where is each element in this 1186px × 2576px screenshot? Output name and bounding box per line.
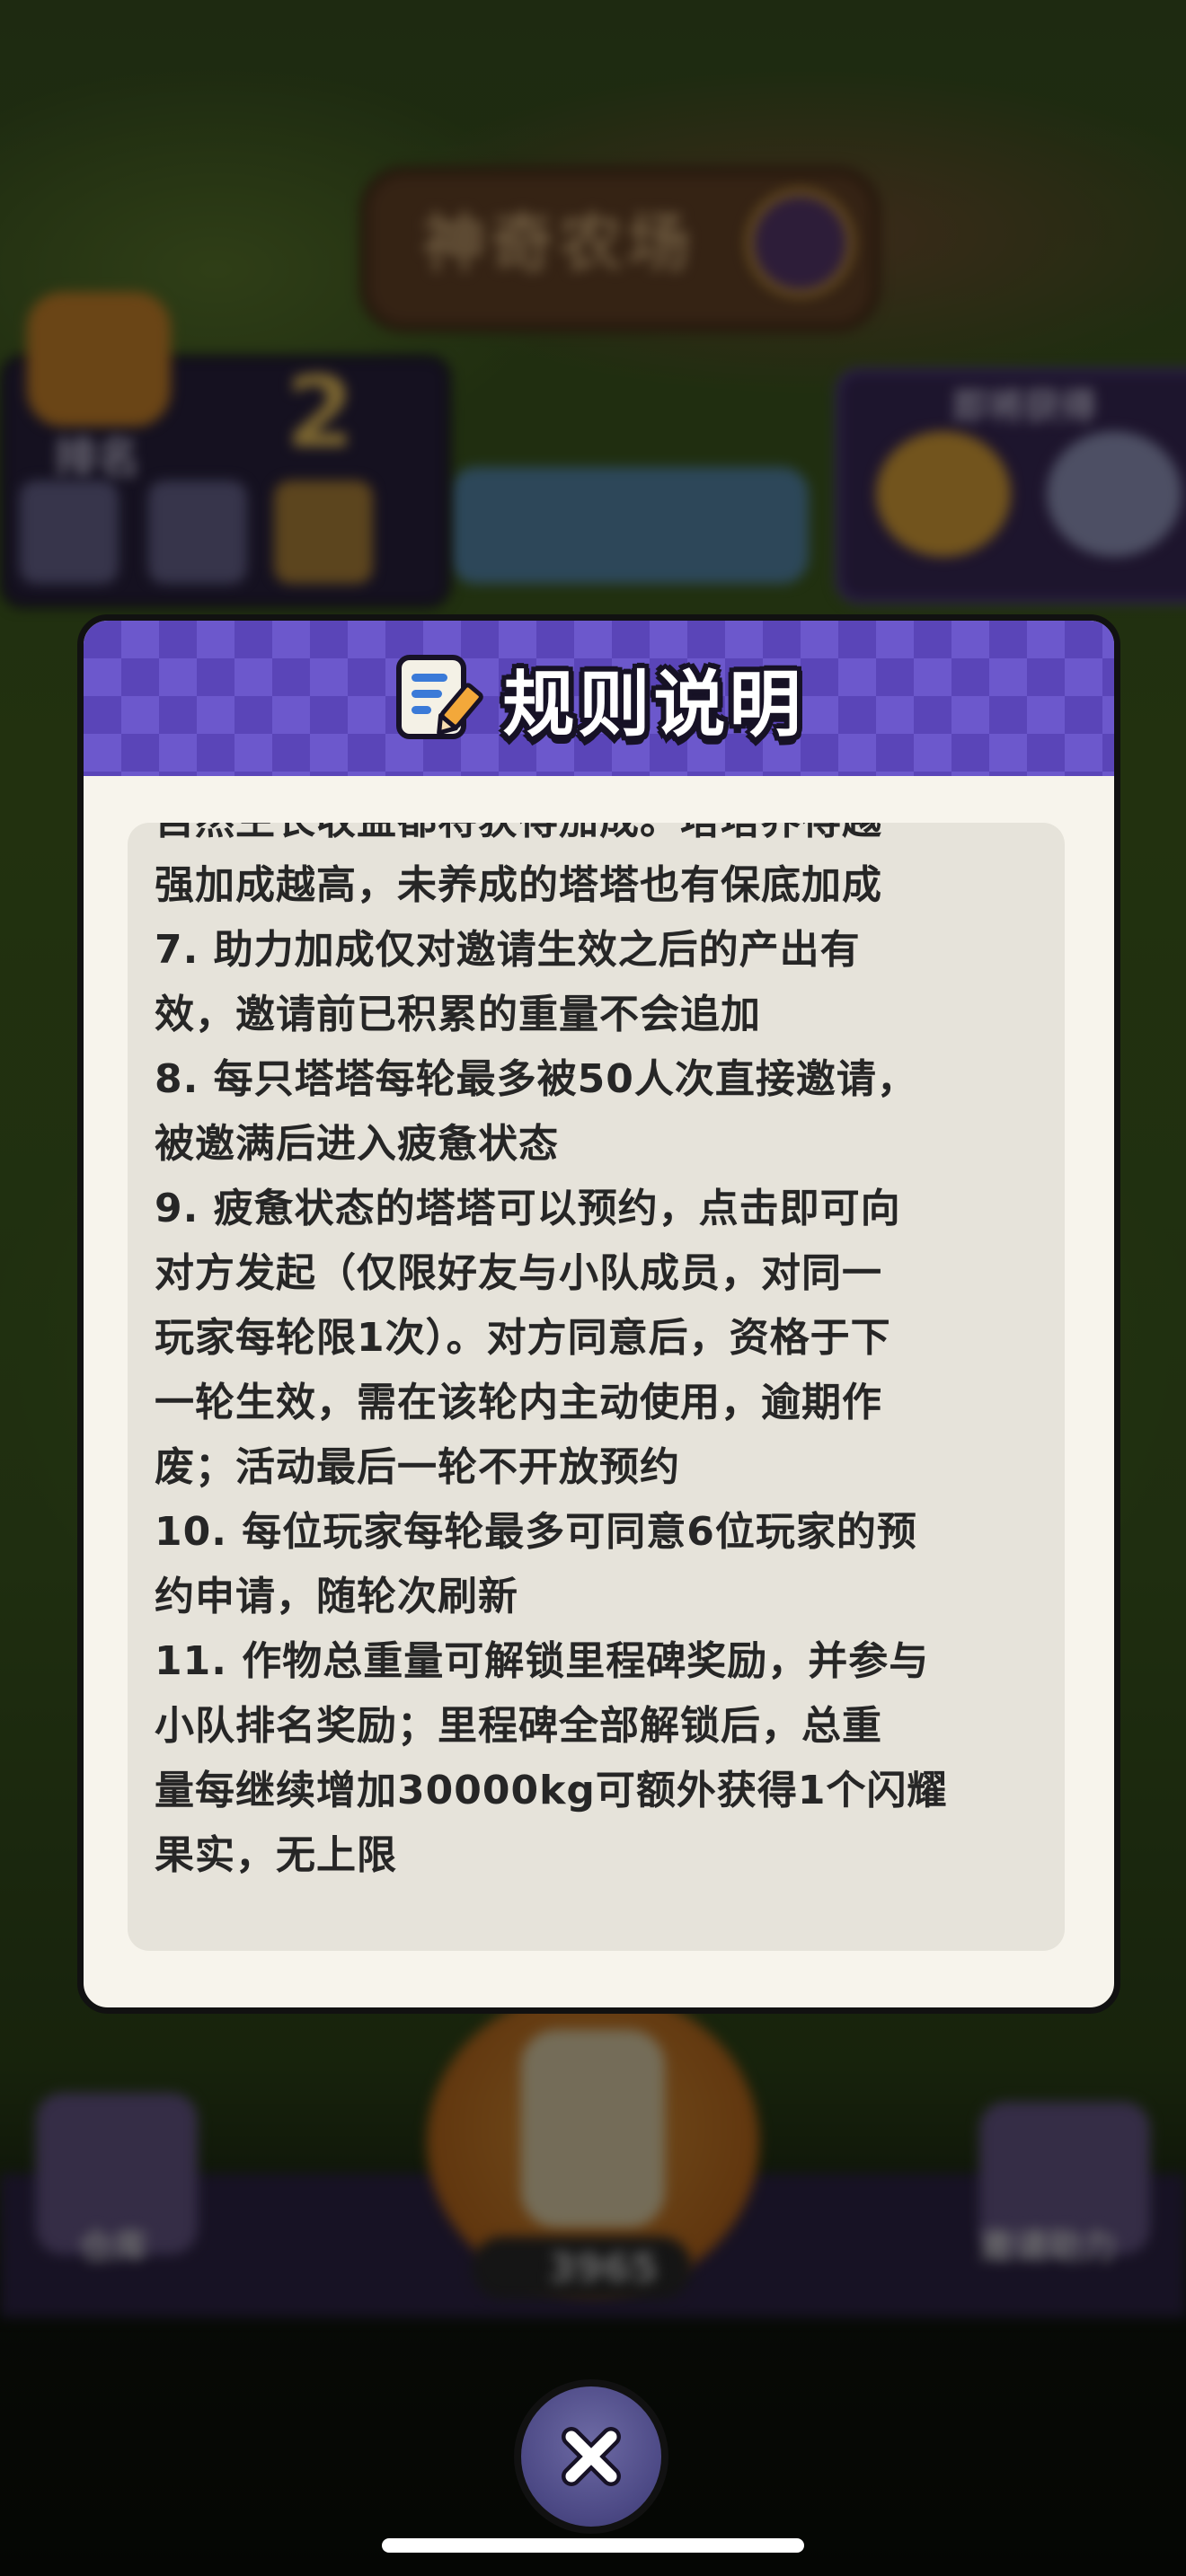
rule-line: 约申请，随轮次刷新 (155, 1574, 518, 1619)
rule-line: 对方发起（仅限好友与小队成员，对同一 (155, 1250, 882, 1296)
modal-title-bar: 规则说明 (84, 621, 1114, 776)
rule-line: 效，邀请前已积累的重量不会追加 (155, 992, 761, 1037)
rule-line: 9. 疲惫状态的塔塔可以预约，点击即可向 (155, 1186, 901, 1231)
rule-line: 8. 每只塔塔每轮最多被50人次直接邀请， (155, 1056, 917, 1102)
rule-line: 强加成越高，未养成的塔塔也有保底加成 (155, 862, 882, 908)
home-indicator (382, 2538, 804, 2553)
close-button[interactable] (514, 2379, 668, 2534)
rules-list: 自然生长收益都将获得加成。塔塔养得越强加成越高，未养成的塔塔也有保底加成 7. 助… (155, 823, 1044, 1888)
modal-title: 规则说明 (502, 662, 805, 746)
rule-line: 果实，无上限 (155, 1832, 397, 1878)
rules-modal: 规则说明 自然生长收益都将获得加成。塔塔养得越强加成越高，未养成的塔塔也有保底加… (77, 614, 1120, 2014)
rule-line: 小队排名奖励；里程碑全部解锁后，总重 (155, 1703, 882, 1749)
rules-content-scroll[interactable]: 自然生长收益都将获得加成。塔塔养得越强加成越高，未养成的塔塔也有保底加成 7. 助… (128, 823, 1065, 1951)
rule-line: 废；活动最后一轮不开放预约 (155, 1444, 680, 1490)
rule-line: 一轮生效，需在该轮内主动使用，逾期作 (155, 1380, 882, 1425)
close-icon (562, 2427, 621, 2486)
rule-line: 量每继续增加30000kg可额外获得1个闪耀 (155, 1768, 948, 1813)
rule-line: 自然生长收益都将获得加成。塔塔养得越 (155, 823, 1044, 853)
rule-line: 7. 助力加成仅对邀请生效之后的产出有 (155, 927, 861, 973)
rule-line: 10. 每位玩家每轮最多可同意6位玩家的预 (155, 1509, 917, 1555)
rule-line: 11. 作物总重量可解锁里程碑奖励，并参与 (155, 1638, 930, 1684)
rule-line: 玩家每轮限1次）。对方同意后，资格于下 (155, 1315, 891, 1361)
document-pencil-icon (394, 654, 483, 744)
rule-line: 被邀满后进入疲惫状态 (155, 1121, 559, 1167)
